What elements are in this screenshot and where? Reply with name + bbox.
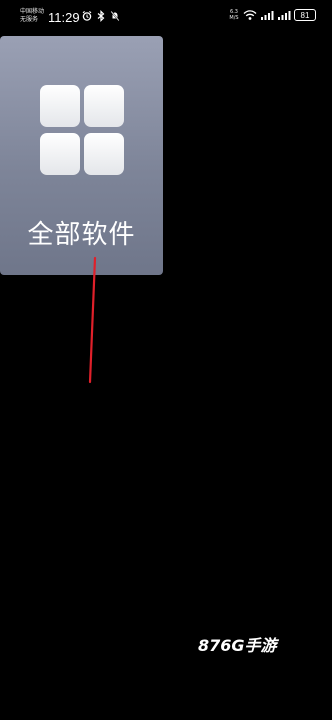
status-bar: 中国移动 无服务 11:29 6.3 M/S 81 <box>0 0 332 34</box>
signal-icon <box>261 11 274 20</box>
grid-tile <box>40 85 80 127</box>
mute-icon <box>110 10 120 22</box>
bluetooth-icon <box>97 10 105 22</box>
network-speed-unit: M/S <box>229 15 239 21</box>
battery-icon: 81 <box>294 9 316 21</box>
signal-icon <box>278 11 291 20</box>
wifi-icon <box>243 10 257 20</box>
grid-tile <box>84 133 124 175</box>
network-speed: 6.3 M/S <box>228 9 240 21</box>
grid-tile <box>40 133 80 175</box>
folder-label: 全部软件 <box>27 220 136 250</box>
alarm-icon <box>82 10 92 21</box>
clock: 11:29 <box>48 10 80 25</box>
status-icons-right: 6.3 M/S 81 <box>228 9 316 21</box>
status-icons-left <box>82 10 120 22</box>
all-apps-folder[interactable]: 全部软件 <box>0 36 163 275</box>
carrier-info: 中国移动 无服务 <box>20 8 50 24</box>
carrier-status: 无服务 <box>20 16 39 23</box>
grid-icon <box>40 85 124 175</box>
carrier-name: 中国移动 <box>20 8 45 15</box>
grid-tile <box>84 85 124 127</box>
watermark: 876G手游 <box>198 636 277 655</box>
